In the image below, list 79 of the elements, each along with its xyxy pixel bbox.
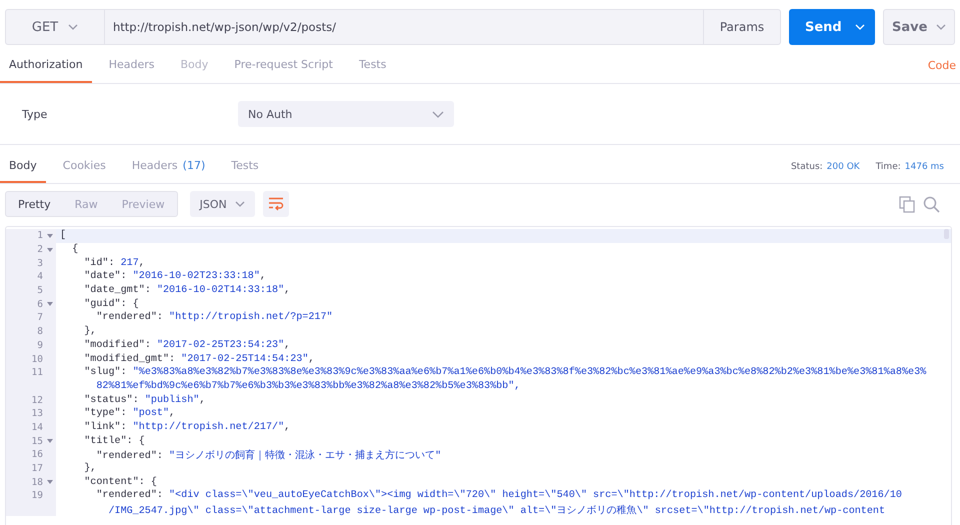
line-number: 14 — [32, 422, 43, 433]
time-label: Time: — [876, 162, 901, 172]
format-dropdown[interactable]: JSON — [190, 191, 255, 217]
code-line: "date_gmt": "2016-10-02T14:33:18", — [83, 285, 290, 296]
fold-caret-icon[interactable] — [46, 248, 52, 252]
response-tab[interactable]: Cookies — [54, 150, 115, 183]
code-line: "type": "post", — [83, 408, 176, 420]
line-number: 6 — [37, 298, 43, 310]
line-number: 4 — [37, 271, 43, 282]
line-number: 10 — [32, 354, 43, 365]
copy-icon[interactable] — [899, 196, 915, 212]
code-line: 82%81%ef%bd%9c%e6%b7%b7%e6%b3%b3%e3%83%bb%e3%82%a8%e3%82%b5%e3%83%bb", — [95, 380, 520, 392]
line-number: 11 — [32, 367, 43, 378]
line-number: 12 — [32, 394, 43, 406]
line-number: 13 — [32, 408, 43, 420]
request-tab[interactable]: Tests — [350, 47, 396, 83]
line-number: 16 — [32, 449, 43, 460]
chevron-down-icon — [68, 24, 78, 30]
request-tab[interactable]: Headers — [100, 47, 164, 83]
code-line: { — [71, 244, 78, 256]
code-line: [ — [59, 230, 66, 242]
response-tab[interactable]: Headers (17) — [122, 150, 214, 183]
code-line: "title": { — [83, 436, 145, 447]
code-line: "rendered": "<div class=\"veu_autoEyeCatchBox\"><img width=\"720\" height=\"540\" src=\"http://tropish.net/wp-content/uploads/2016/10 — [95, 490, 902, 502]
save-button[interactable]: Save — [883, 9, 955, 45]
code-line: "content": { — [83, 476, 157, 488]
line-number: 2 — [37, 244, 43, 256]
line-number: 8 — [37, 326, 43, 338]
wrap-lines-icon — [268, 197, 284, 211]
line-number: 5 — [37, 285, 43, 296]
request-tab[interactable]: Pre-request Script — [225, 47, 342, 83]
line-number: 17 — [32, 463, 43, 474]
params-button[interactable]: Params — [703, 9, 781, 45]
chevron-down-icon — [432, 110, 444, 118]
time-value: 1476 ms — [904, 162, 944, 172]
code-link[interactable]: Code — [928, 58, 956, 72]
status-label: Status: — [790, 162, 823, 172]
request-tab[interactable]: Authorization — [0, 47, 92, 83]
line-number: 19 — [32, 490, 43, 502]
search-icon[interactable] — [923, 196, 940, 212]
chevron-down-icon — [936, 24, 946, 30]
chevron-down-icon — [234, 201, 245, 207]
line-number: 9 — [37, 340, 43, 351]
code-line: "guid": { — [83, 298, 139, 310]
code-line: "id": 217, — [83, 258, 145, 269]
line-number: 7 — [37, 312, 43, 324]
code-line: "date": "2016-10-02T23:33:18", — [83, 271, 266, 282]
line-number: 15 — [32, 436, 43, 447]
chevron-down-icon — [855, 24, 865, 30]
code-line: "link": "http://tropish.net/217/", — [83, 422, 290, 433]
view-mode-tab[interactable]: Raw — [62, 192, 110, 216]
response-tab[interactable]: Tests — [222, 150, 268, 183]
wrap-lines-button[interactable] — [262, 191, 289, 217]
view-mode-tab[interactable]: Preview — [110, 192, 177, 216]
send-button[interactable]: Send — [789, 9, 875, 45]
line-number: 18 — [32, 476, 43, 488]
code-line: }, — [83, 326, 96, 338]
view-mode-tab[interactable]: Pretty — [6, 192, 63, 216]
code-line: "rendered": "http://tropish.net/?p=217" — [95, 312, 333, 324]
fold-caret-icon[interactable] — [46, 234, 52, 238]
code-line: /IMG_2547.jpg\" class=\"attachment-large size-large wp-post-image\" alt=\"ヨシノボリの稚魚\" srcset=\"http://tropish.net/wp-content — [107, 504, 886, 517]
fold-caret-icon[interactable] — [46, 439, 52, 444]
code-line: "status": "publish", — [83, 394, 206, 406]
scrollbar[interactable] — [944, 229, 949, 239]
fold-caret-icon[interactable] — [46, 302, 52, 306]
type-label: Type — [22, 108, 48, 120]
status-value: 200 OK — [826, 162, 860, 172]
url-field[interactable]: http://tropish.net/wp-json/wp/v2/posts/ — [105, 9, 703, 45]
code-line: "rendered": "ヨシノボリの飼育｜特徴・混泳・エサ・捕まえ方について" — [95, 448, 442, 462]
line-number: 3 — [37, 258, 43, 269]
code-line: "modified_gmt": "2017-02-25T14:54:23", — [83, 354, 314, 365]
method-dropdown[interactable]: GET — [5, 9, 105, 45]
code-line: "slug": "%e3%83%a8%e3%82%b7%e3%83%8e%e3%83%9c%e3%83%aa%e6%b7%a1%e6%b0%b4%e3%83%8f%e3%82%bc%e3%81%ae%e9%a3%bc%e8%82%b2%e3%81%be%e3%81%a8%e3% — [83, 367, 926, 378]
response-tab[interactable]: Body — [0, 150, 46, 183]
fold-caret-icon[interactable] — [46, 480, 52, 484]
line-number: 1 — [37, 230, 43, 242]
code-line: }, — [83, 463, 96, 474]
auth-type-dropdown[interactable]: No Auth — [238, 101, 454, 127]
code-line: "modified": "2017-02-25T23:54:23", — [83, 340, 290, 351]
